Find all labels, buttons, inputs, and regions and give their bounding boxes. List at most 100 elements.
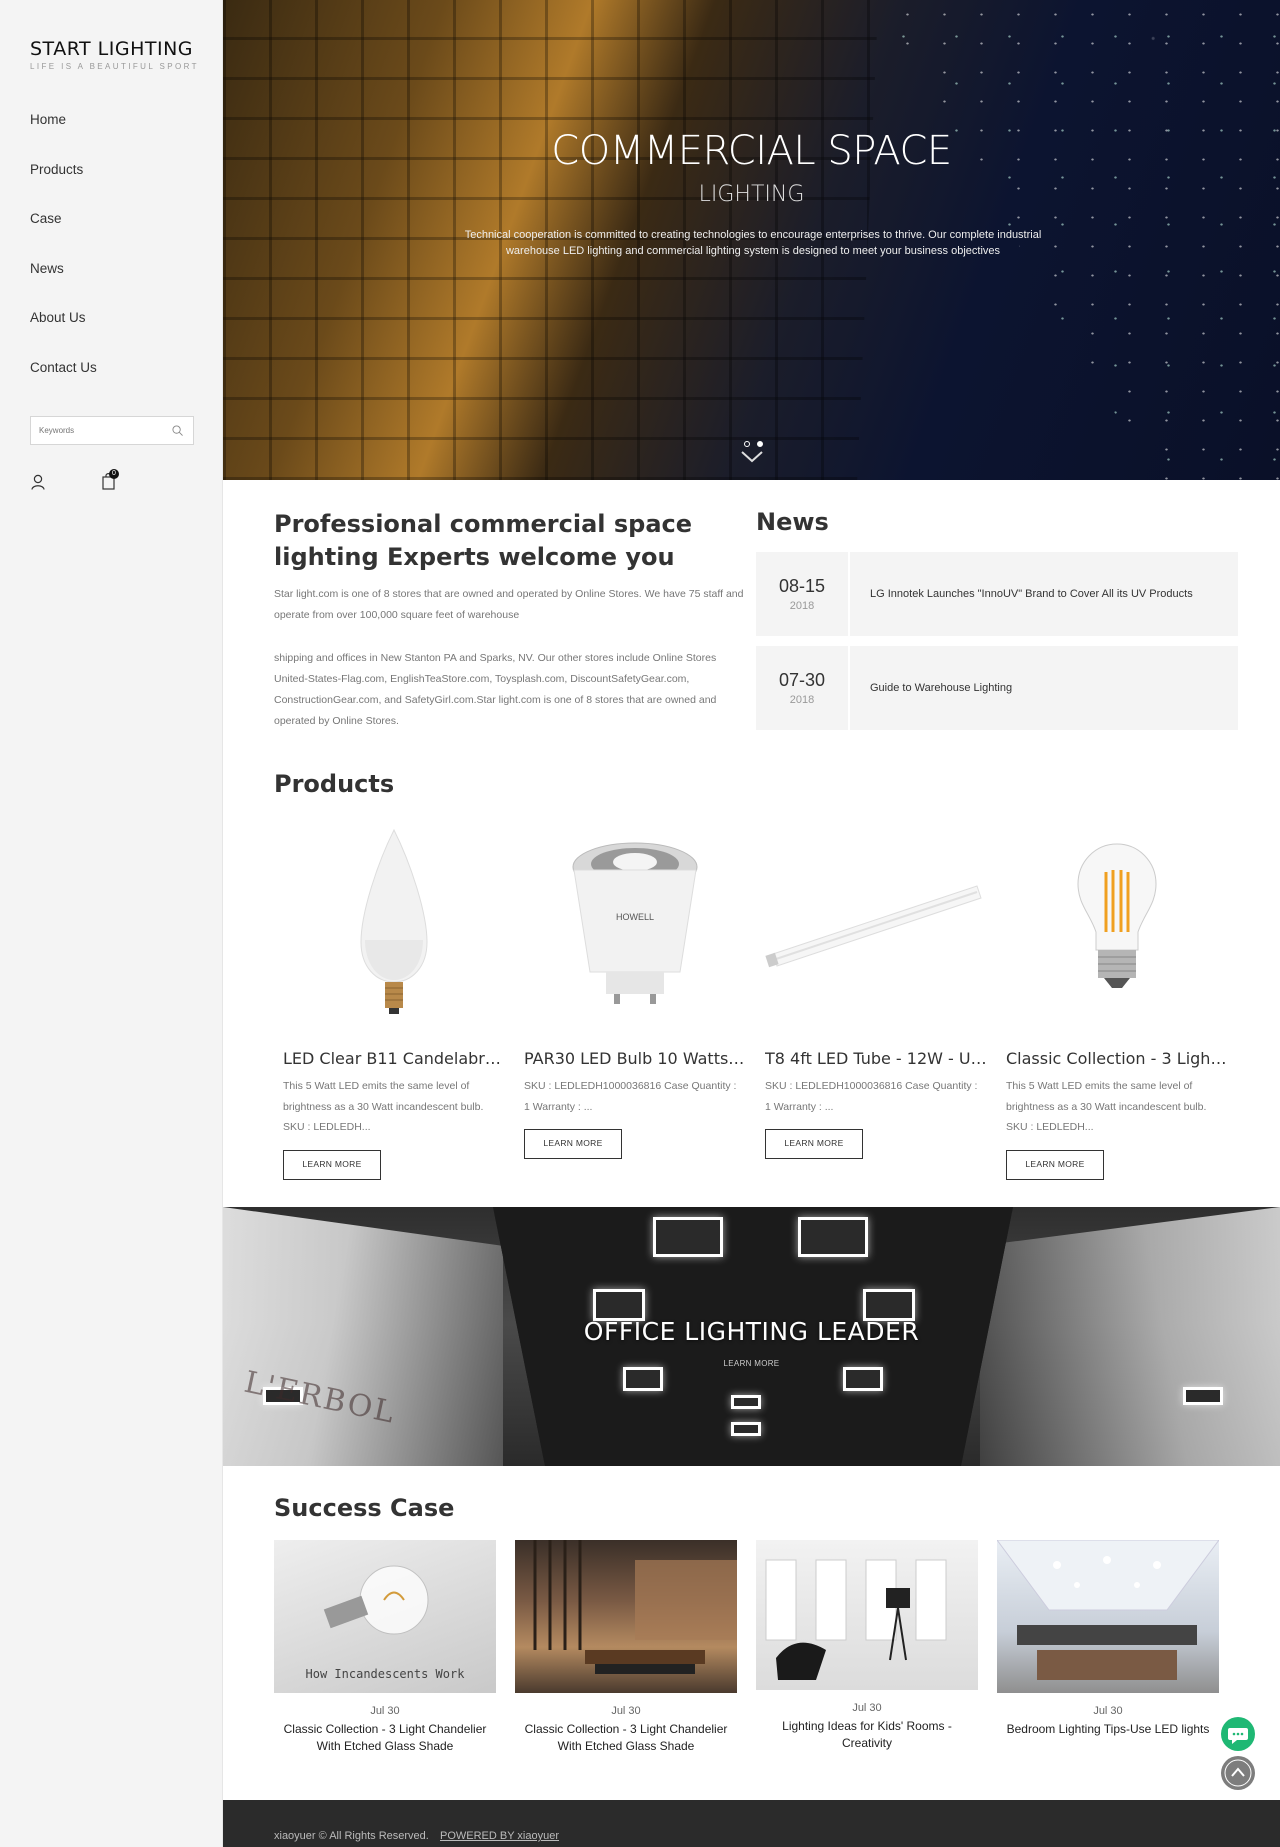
nav-item-about-us[interactable]: About Us xyxy=(30,303,97,353)
cart-count-badge: 0 xyxy=(109,469,119,479)
led-tube-icon xyxy=(765,885,982,968)
intro-title: Professional commercial space lighting E… xyxy=(274,510,693,571)
news-year: 2018 xyxy=(789,694,815,706)
nav-item-contact-us[interactable]: Contact Us xyxy=(30,353,97,403)
case-card[interactable]: How Incandescents Work Jul 30 Classic Co… xyxy=(274,1540,496,1754)
product-name[interactable]: PAR30 LED Bulb 10 Watts Dimmable xyxy=(524,1049,746,1068)
case-image[interactable] xyxy=(756,1540,978,1690)
products-heading: Products xyxy=(274,770,395,798)
logo[interactable]: START LIGHTING LIFE IS A BEAUTIFUL SPORT xyxy=(30,38,199,71)
incandescent-bulb-icon: How Incandescents Work xyxy=(306,1565,466,1681)
search-input[interactable] xyxy=(31,417,161,444)
news-month-day: 08-15 xyxy=(778,576,826,596)
product-description: SKU : LEDLEDH1000036816 Case Quantity : … xyxy=(765,1080,978,1113)
news-date: 08-15 2018 xyxy=(756,552,850,636)
ceiling-light xyxy=(731,1422,761,1436)
product-image[interactable] xyxy=(283,822,505,1022)
news-month-day: 07-30 xyxy=(778,670,826,690)
case-image[interactable]: How Incandescents Work xyxy=(274,1540,496,1693)
ceiling-light xyxy=(843,1367,883,1391)
search-icon[interactable] xyxy=(172,425,183,436)
product-image[interactable] xyxy=(765,822,987,1022)
cases-heading: Success Case xyxy=(274,1494,455,1522)
hero-text: Technical cooperation is committed to cr… xyxy=(464,229,1042,257)
ceiling-light xyxy=(1183,1387,1223,1405)
learn-more-button[interactable]: LEARN MORE xyxy=(524,1129,622,1159)
office-banner: L'ERBOL OFFICE LIGHTING LEADER LEARN MOR… xyxy=(223,1207,1280,1466)
product-card: Classic Collection - 3 Light Chandelier … xyxy=(1006,822,1228,1180)
nav-item-home[interactable]: Home xyxy=(30,105,97,155)
news-year: 2018 xyxy=(789,600,815,612)
case-title[interactable]: Lighting Ideas for Kids' Rooms - Creativ… xyxy=(756,1718,978,1751)
product-card: LED Clear B11 Candelabra 7W Dimmable Thi… xyxy=(283,822,505,1180)
hero-slider: COMMERCIAL SPACE LIGHTING Technical coop… xyxy=(223,0,1280,480)
hero-title: COMMERCIAL SPACE xyxy=(551,128,952,174)
news-date: 07-30 2018 xyxy=(756,646,850,730)
nav-item-products[interactable]: Products xyxy=(30,155,97,205)
case-image[interactable] xyxy=(997,1540,1219,1693)
product-name[interactable]: LED Clear B11 Candelabra 7W Dimmable xyxy=(283,1049,505,1068)
case-title[interactable]: Classic Collection - 3 Light Chandelier … xyxy=(515,1721,737,1754)
chat-icon xyxy=(1228,1728,1248,1744)
bedroom-lighting-icon xyxy=(997,1540,1219,1680)
main-nav: Home Products Case News About Us Contact… xyxy=(30,105,97,403)
news-title[interactable]: Guide to Warehouse Lighting xyxy=(870,646,1012,730)
case-date: Jul 30 xyxy=(1093,1705,1123,1717)
office-interior-icon xyxy=(533,1540,737,1674)
case-image[interactable] xyxy=(515,1540,737,1693)
kids-room-icon xyxy=(765,1559,947,1680)
case-card[interactable]: Jul 30 Lighting Ideas for Kids' Rooms - … xyxy=(756,1540,978,1751)
hero-subtitle: LIGHTING xyxy=(698,182,805,207)
case-title[interactable]: Bedroom Lighting Tips-Use LED lights xyxy=(997,1721,1219,1738)
news-item[interactable]: 08-15 2018 LG Innotek Launches "InnoUV" … xyxy=(756,552,1238,636)
chevron-down-icon[interactable] xyxy=(741,450,763,464)
case-card[interactable]: Jul 30 Bedroom Lighting Tips-Use LED lig… xyxy=(997,1540,1219,1738)
product-description: This 5 Watt LED emits the same level of … xyxy=(283,1080,484,1133)
banner-learn-more-link[interactable]: LEARN MORE xyxy=(223,1359,1280,1368)
chevron-up-icon xyxy=(1224,1759,1252,1787)
learn-more-button[interactable]: LEARN MORE xyxy=(1006,1149,1104,1180)
case-date: Jul 30 xyxy=(370,1705,400,1717)
ceiling-light xyxy=(798,1217,868,1257)
footer: xiaoyuer © All Rights Reserved. POWERED … xyxy=(223,1800,1280,1847)
learn-more-button[interactable]: LEARN MORE xyxy=(765,1129,863,1159)
svg-text:HOWELL: HOWELL xyxy=(616,912,654,922)
ceiling-light xyxy=(653,1217,723,1257)
footer-copyright: xiaoyuer © All Rights Reserved. xyxy=(274,1830,429,1842)
product-card: T8 4ft LED Tube - 12W - Universal SKU : … xyxy=(765,822,987,1159)
case-date: Jul 30 xyxy=(611,1705,641,1717)
product-image[interactable]: HOWELL xyxy=(524,822,746,1022)
search-box xyxy=(30,416,194,445)
footer-powered-link[interactable]: POWERED BY xiaoyuer xyxy=(440,1830,559,1842)
intro-paragraph-2: shipping and offices in New Stanton PA a… xyxy=(274,652,717,727)
intro-paragraph-1: Star light.com is one of 8 stores that a… xyxy=(274,588,744,621)
learn-more-button[interactable]: LEARN MORE xyxy=(283,1149,381,1180)
product-image[interactable] xyxy=(1006,822,1228,1022)
ceiling-light xyxy=(623,1367,663,1391)
candle-bulb-icon xyxy=(360,828,428,1014)
nav-item-case[interactable]: Case xyxy=(30,204,97,254)
nav-item-news[interactable]: News xyxy=(30,254,97,304)
case-card[interactable]: Jul 30 Classic Collection - 3 Light Chan… xyxy=(515,1540,737,1754)
chat-button[interactable] xyxy=(1221,1717,1255,1751)
product-name[interactable]: Classic Collection - 3 Light Chandelier xyxy=(1006,1049,1228,1068)
case-title[interactable]: Classic Collection - 3 Light Chandelier … xyxy=(274,1721,496,1754)
slider-dot[interactable] xyxy=(744,441,750,447)
news-title[interactable]: LG Innotek Launches "InnoUV" Brand to Co… xyxy=(870,552,1193,636)
news-heading: News xyxy=(756,508,829,536)
case-image-caption: How Incandescents Work xyxy=(306,1667,466,1681)
banner-title: OFFICE LIGHTING LEADER xyxy=(583,1317,920,1346)
par30-bulb-icon: HOWELL xyxy=(572,842,698,1004)
slider-dot-active[interactable] xyxy=(757,441,763,447)
product-name[interactable]: T8 4ft LED Tube - 12W - Universal xyxy=(765,1049,987,1068)
back-to-top-button[interactable] xyxy=(1221,1756,1255,1790)
case-date: Jul 30 xyxy=(852,1702,882,1714)
filament-bulb-icon xyxy=(1077,843,1157,988)
product-description: SKU : LEDLEDH1000036816 Case Quantity : … xyxy=(524,1080,737,1113)
logo-title[interactable]: START LIGHTING xyxy=(30,38,199,60)
sidebar: START LIGHTING LIFE IS A BEAUTIFUL SPORT… xyxy=(0,0,223,1847)
news-item[interactable]: 07-30 2018 Guide to Warehouse Lighting xyxy=(756,646,1238,730)
user-icon[interactable] xyxy=(31,474,45,490)
ceiling-light xyxy=(731,1395,761,1409)
product-card: HOWELL PAR30 LED Bulb 10 Watts Dimmable … xyxy=(524,822,746,1159)
